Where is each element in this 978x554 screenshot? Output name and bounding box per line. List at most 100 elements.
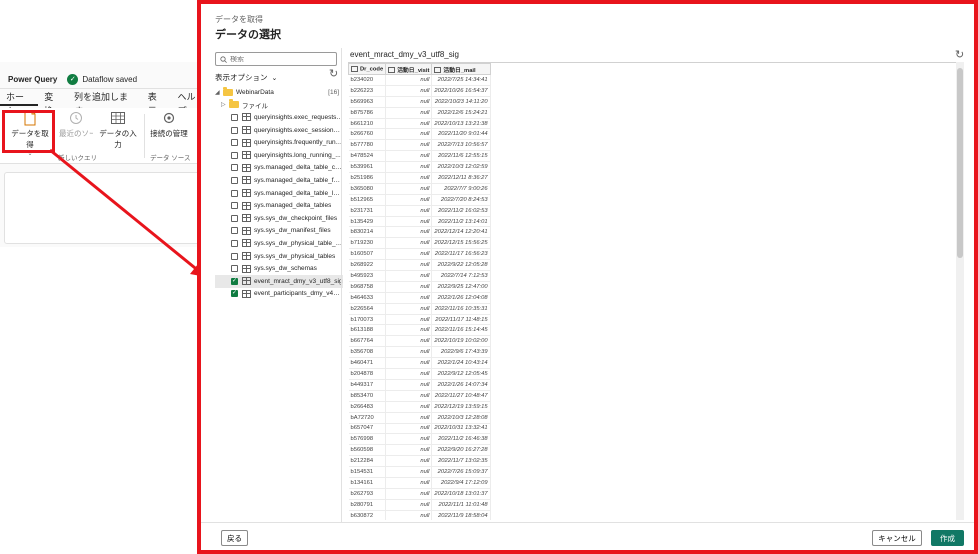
checkbox[interactable] [231, 189, 238, 197]
create-button[interactable]: 作成 [931, 530, 964, 546]
table-cell[interactable]: null [385, 183, 433, 195]
search-input[interactable] [230, 55, 330, 63]
table-cell[interactable]: null [385, 379, 433, 391]
table-cell[interactable]: 2022/12/15 15:56:25 [431, 237, 491, 250]
tree-item[interactable]: queryinsights.long_running_... [215, 149, 343, 162]
table-cell[interactable]: 2022/7/13 10:56:57 [431, 139, 491, 152]
table-cell[interactable]: 2022/11/17 16:56:23 [431, 248, 491, 261]
table-cell[interactable]: null [385, 499, 433, 511]
table-cell[interactable]: null [385, 248, 433, 261]
table-cell[interactable]: 2022/9/22 12:05:28 [431, 259, 491, 272]
table-cell[interactable]: 2022/7/25 14:34:41 [431, 74, 491, 86]
manage-connections-button[interactable]: 接続の管理 [148, 110, 190, 139]
table-cell[interactable]: 2022/9/4 17:12:09 [431, 477, 491, 489]
tree-folder-files[interactable]: ▷ ファイル [215, 99, 343, 112]
checkbox[interactable] [231, 227, 238, 235]
table-cell[interactable]: b560598 [348, 444, 387, 457]
table-cell[interactable]: 2022/10/3 12:28:08 [431, 412, 491, 424]
table-cell[interactable]: 2022/1/24 10:43:14 [431, 357, 491, 370]
tab-view[interactable]: 表示 [142, 90, 172, 116]
table-cell[interactable]: 2022/11/7 13:02:35 [431, 455, 491, 468]
caret-right-icon[interactable]: ▷ [221, 101, 229, 108]
tree-item[interactable]: sys.sys_dw_checkpoint_files [215, 212, 343, 225]
table-cell[interactable]: null [385, 401, 433, 413]
checkbox[interactable] [231, 214, 238, 222]
table-cell[interactable]: 2022/10/23 14:11:20 [431, 96, 491, 108]
table-cell[interactable]: b170073 [348, 314, 387, 326]
table-cell[interactable]: null [385, 128, 433, 141]
checkbox[interactable] [231, 252, 238, 260]
table-cell[interactable]: b266760 [348, 128, 387, 141]
table-cell[interactable]: b160507 [348, 248, 387, 261]
table-cell[interactable]: null [385, 455, 433, 468]
table-cell[interactable]: 2022/11/16 10:35:31 [431, 303, 491, 315]
table-cell[interactable]: 2022/11/16 15:14:45 [431, 324, 491, 337]
tree-item[interactable]: sys.managed_delta_tables [215, 199, 343, 212]
table-cell[interactable]: 2022/11/2 13:14:01 [431, 216, 491, 228]
table-cell[interactable]: b234020 [348, 74, 387, 86]
tab-add-column[interactable]: 列を追加します [68, 90, 142, 116]
table-cell[interactable]: b365080 [348, 183, 387, 195]
enter-data-button[interactable]: データの入力 [96, 110, 140, 150]
table-cell[interactable]: null [385, 390, 433, 402]
table-cell[interactable]: null [385, 237, 433, 250]
table-cell[interactable]: 2022/9/25 12:47:00 [431, 281, 491, 293]
table-cell[interactable]: b212284 [348, 455, 387, 468]
table-cell[interactable]: 2022/11/6 12:55:15 [431, 150, 491, 163]
table-cell[interactable]: null [385, 346, 433, 359]
table-cell[interactable]: b968758 [348, 281, 387, 293]
table-cell[interactable]: null [385, 477, 433, 489]
table-cell[interactable]: b569963 [348, 96, 387, 108]
table-cell[interactable]: 2022/11/20 9:01:44 [431, 128, 491, 141]
table-cell[interactable]: 2022/9/12 12:05:45 [431, 368, 491, 380]
table-cell[interactable]: null [385, 368, 433, 380]
column-header[interactable]: 活動日_mail [431, 63, 491, 75]
table-cell[interactable]: null [385, 74, 433, 86]
table-cell[interactable]: b478524 [348, 150, 387, 163]
table-cell[interactable]: b875786 [348, 107, 387, 119]
tree-item[interactable]: ✓ event_mract_dmy_v3_utf8_sig [215, 274, 343, 288]
tree-item[interactable]: sys.sys_dw_manifest_files [215, 225, 343, 238]
checkbox[interactable]: ✓ [231, 290, 238, 298]
table-cell[interactable]: null [385, 216, 433, 228]
table-cell[interactable]: 2022/10/3 12:02:59 [431, 161, 491, 174]
refresh-preview-icon[interactable]: ↻ [955, 48, 964, 61]
table-cell[interactable]: b280791 [348, 499, 387, 511]
preview-scrollbar[interactable] [956, 62, 964, 520]
tree-item[interactable]: sys.sys_dw_schemas [215, 262, 343, 275]
table-cell[interactable]: null [385, 194, 433, 206]
table-cell[interactable]: null [385, 314, 433, 326]
table-cell[interactable]: 2022/11/2 16:46:38 [431, 433, 491, 446]
table-cell[interactable]: b630872 [348, 510, 387, 520]
table-cell[interactable]: null [385, 85, 433, 97]
table-cell[interactable]: b266483 [348, 401, 387, 413]
table-cell[interactable]: null [385, 161, 433, 174]
table-cell[interactable]: b134161 [348, 477, 387, 489]
table-cell[interactable]: null [385, 118, 433, 130]
table-cell[interactable]: b613188 [348, 324, 387, 337]
tree-item[interactable]: sys.sys_dw_physical_tables [215, 250, 343, 263]
checkbox[interactable] [231, 176, 238, 184]
checkbox[interactable] [231, 139, 238, 147]
table-cell[interactable]: b657047 [348, 423, 387, 435]
table-cell[interactable]: b356708 [348, 346, 387, 359]
table-cell[interactable]: 2022/1/26 12:04:08 [431, 292, 491, 304]
table-cell[interactable]: b204878 [348, 368, 387, 380]
table-cell[interactable]: null [385, 259, 433, 272]
table-cell[interactable]: b495923 [348, 270, 387, 282]
checkbox[interactable] [231, 113, 238, 121]
table-cell[interactable]: 2022/7/14 7:12:53 [431, 270, 491, 282]
table-cell[interactable]: 2022/10/18 13:01:37 [431, 488, 491, 500]
tree-item[interactable]: sys.managed_delta_table_che... [215, 162, 343, 175]
table-cell[interactable]: b576998 [348, 433, 387, 446]
search-box[interactable] [215, 52, 337, 66]
table-cell[interactable]: 2022/12/11 8:36:27 [431, 172, 491, 184]
table-cell[interactable]: b853470 [348, 390, 387, 402]
cancel-button[interactable]: キャンセル [872, 530, 922, 546]
table-cell[interactable]: b154531 [348, 466, 387, 478]
table-cell[interactable]: 2022/11/9 18:58:04 [431, 510, 491, 520]
table-cell[interactable]: null [385, 335, 433, 348]
table-cell[interactable]: null [385, 172, 433, 184]
table-cell[interactable]: 2022/12/19 13:59:15 [431, 401, 491, 413]
table-cell[interactable]: b449317 [348, 379, 387, 391]
